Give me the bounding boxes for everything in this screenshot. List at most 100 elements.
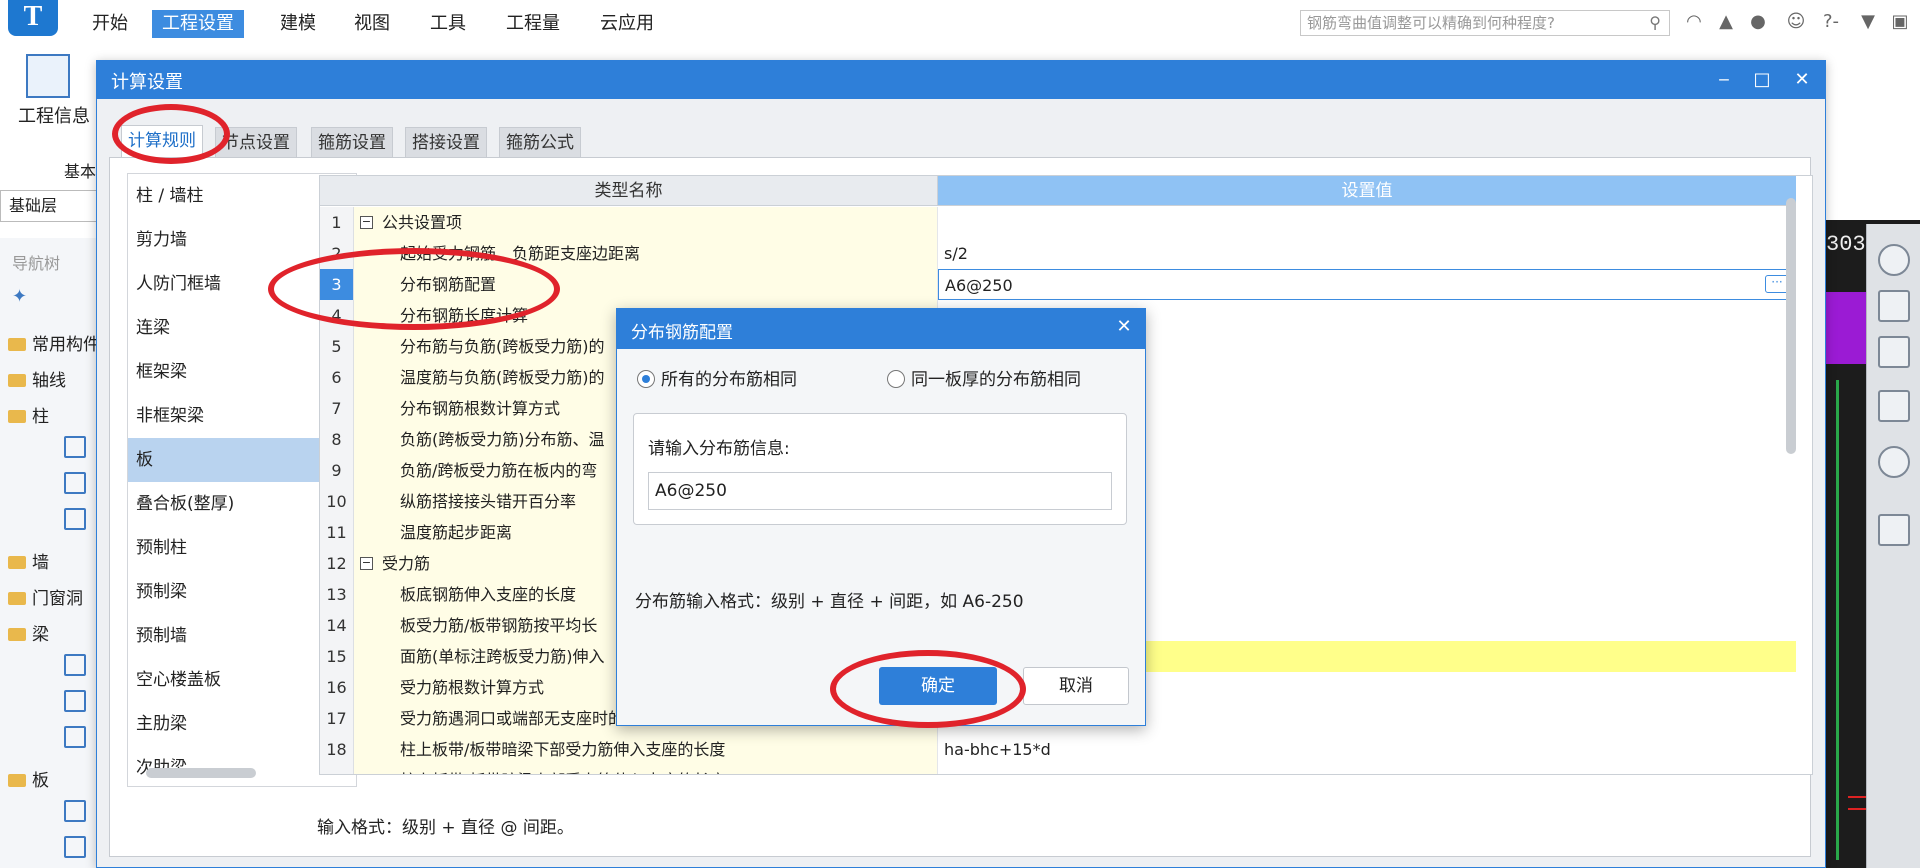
slab-icon[interactable] xyxy=(64,800,86,822)
close-button[interactable]: ✕ xyxy=(1787,65,1817,95)
distribution-bar-input[interactable] xyxy=(648,472,1112,510)
row-number[interactable]: 15 xyxy=(320,641,354,672)
value-cell[interactable]: A6@250 ··· xyxy=(938,269,1796,300)
nav-item-slab[interactable]: 板 xyxy=(8,766,49,791)
nav-item-common[interactable]: 常用构件 xyxy=(8,330,100,355)
row-number[interactable]: 11 xyxy=(320,517,354,548)
menu-cloud[interactable]: 云应用 xyxy=(590,10,664,38)
beam-frame-icon[interactable] xyxy=(64,690,86,712)
help-icon[interactable]: ?- xyxy=(1816,10,1846,34)
nav-item-axis[interactable]: 轴线 xyxy=(8,366,66,391)
row-number[interactable]: 19 xyxy=(320,765,354,774)
headset-icon[interactable]: ◠ xyxy=(1682,10,1706,34)
nav-item-beam[interactable]: 梁 xyxy=(8,620,49,645)
row-number[interactable]: 8 xyxy=(320,424,354,455)
dist-dialog-titlebar[interactable]: 分布钢筋配置 ✕ xyxy=(617,309,1145,349)
avatar-icon[interactable]: ☺ xyxy=(1784,10,1808,34)
row-number[interactable]: 5 xyxy=(320,331,354,362)
column-icon[interactable] xyxy=(64,436,86,458)
orbit-icon[interactable] xyxy=(1878,244,1910,276)
row-number[interactable]: 14 xyxy=(320,610,354,641)
row-number[interactable]: 12 xyxy=(320,548,354,579)
value-cell[interactable]: 0.6*Lab+15*d xyxy=(938,765,1796,774)
value-cell[interactable] xyxy=(938,207,1796,238)
column-header-value: 设置值 xyxy=(938,176,1796,206)
nav-item-openings[interactable]: 门窗洞 xyxy=(8,584,83,609)
nav-item-column[interactable]: 柱 xyxy=(8,402,49,427)
close-button[interactable]: ✕ xyxy=(1113,316,1135,337)
value-cell[interactable]: s/2 xyxy=(938,238,1796,269)
value-cell[interactable]: ha-bhc+15*d xyxy=(938,734,1796,765)
search-icon[interactable]: ⚲ xyxy=(1649,11,1661,35)
row-number[interactable]: 7 xyxy=(320,393,354,424)
row-number[interactable]: 13 xyxy=(320,579,354,610)
calc-dialog-titlebar[interactable]: 计算设置 ‒ □ ✕ xyxy=(97,61,1825,99)
value-text: ha-bhc+15*d xyxy=(944,740,1051,759)
name-text: 公共设置项 xyxy=(382,213,463,232)
radio-selected-icon[interactable] xyxy=(637,370,655,388)
maximize-button[interactable]: □ xyxy=(1747,65,1777,95)
folder-icon xyxy=(8,628,26,641)
name-text: 面筋(单标注跨板受力筋)伸入 xyxy=(400,647,605,666)
row-number[interactable]: 1 xyxy=(320,207,354,238)
minimize-button[interactable]: ‒ xyxy=(1709,65,1739,95)
row-number[interactable]: 9 xyxy=(320,455,354,486)
window-icon[interactable]: ▣ xyxy=(1888,10,1912,34)
grid-view-icon[interactable] xyxy=(1878,514,1910,546)
cancel-button[interactable]: 取消 xyxy=(1023,667,1129,705)
rotate-icon[interactable] xyxy=(1878,446,1910,478)
3d-view-icon[interactable] xyxy=(1878,290,1910,322)
row-number[interactable]: 18 xyxy=(320,734,354,765)
row-number[interactable]: 17 xyxy=(320,703,354,734)
row-number[interactable]: 10 xyxy=(320,486,354,517)
name-text: 板底钢筋伸入支座的长度 xyxy=(400,585,577,604)
column-type-icon[interactable] xyxy=(64,508,86,530)
radio-same-thickness[interactable]: 同一板厚的分布筋相同 xyxy=(887,365,1081,390)
nav-item-label: 梁 xyxy=(32,625,49,645)
collapse-icon[interactable]: − xyxy=(360,557,373,570)
row-number[interactable]: 16 xyxy=(320,672,354,703)
row-number[interactable]: 6 xyxy=(320,362,354,393)
column-shape-icon[interactable] xyxy=(64,472,86,494)
tab-stirrup-formula[interactable]: 箍筋公式 xyxy=(499,127,581,157)
beam-icon[interactable] xyxy=(64,654,86,676)
collapse-icon[interactable]: − xyxy=(360,216,373,229)
nav-item-wall[interactable]: 墙 xyxy=(8,548,49,573)
bell-icon[interactable]: ▲ xyxy=(1714,10,1738,34)
tab-lap-settings[interactable]: 搭接设置 xyxy=(405,127,487,157)
table-row[interactable]: 2 起始受力钢筋、负筋距支座边距离 s/2 xyxy=(320,238,1796,269)
menu-view[interactable]: 视图 xyxy=(344,10,400,38)
name-text: 柱上板带/板带暗梁下部受力筋伸入支座的长度 xyxy=(400,740,726,759)
name-text: 分布筋与负筋(跨板受力筋)的 xyxy=(400,337,605,356)
value-text: s/2 xyxy=(944,244,968,263)
annotation-ellipse-ok xyxy=(830,650,1026,728)
beam-slant-icon[interactable] xyxy=(64,726,86,748)
project-info-icon[interactable] xyxy=(26,54,70,98)
chat-icon[interactable]: ● xyxy=(1746,10,1770,34)
name-text: 温度筋起步距离 xyxy=(400,523,513,542)
radio-all-same[interactable]: 所有的分布筋相同 xyxy=(637,365,797,390)
table-scrollbar[interactable] xyxy=(1786,198,1796,454)
table-row[interactable]: 1 公共设置项 − xyxy=(320,207,1796,238)
menu-modeling[interactable]: 建模 xyxy=(270,10,326,38)
menu-project-settings[interactable]: 工程设置 xyxy=(152,10,244,38)
box-view-icon[interactable] xyxy=(1878,336,1910,368)
radio-unselected-icon[interactable] xyxy=(887,370,905,388)
cube-icon[interactable] xyxy=(1878,390,1910,422)
menu-home[interactable]: 开始 xyxy=(82,10,138,38)
menu-quantity[interactable]: 工程量 xyxy=(496,10,570,38)
table-row[interactable]: 19 柱上板带/板带暗梁上部受力筋伸入支座的长度 0.6*Lab+15*d xyxy=(320,765,1796,774)
search-input[interactable]: 钢筋弯曲值调整可以精确到何种程度? ⚲ xyxy=(1300,10,1670,36)
nav-add-icon[interactable]: ✦ xyxy=(12,286,27,307)
project-info-label[interactable]: 工程信息 xyxy=(18,102,90,128)
folder-icon xyxy=(8,410,26,423)
tab-stirrup-settings[interactable]: 箍筋设置 xyxy=(311,127,393,157)
slab-spiral-icon[interactable] xyxy=(64,836,86,858)
floor-select[interactable]: 基础层 xyxy=(0,190,98,222)
name-cell: 柱上板带/板带暗梁上部受力筋伸入支座的长度 xyxy=(354,765,938,774)
name-text: 板受力筋/板带钢筋按平均长 xyxy=(400,616,598,635)
shirt-icon[interactable]: ▼ xyxy=(1856,10,1880,34)
table-row[interactable]: 18 柱上板带/板带暗梁下部受力筋伸入支座的长度 ha-bhc+15*d xyxy=(320,734,1796,765)
category-scrollbar-horizontal[interactable] xyxy=(146,768,256,778)
menu-tools[interactable]: 工具 xyxy=(420,10,476,38)
